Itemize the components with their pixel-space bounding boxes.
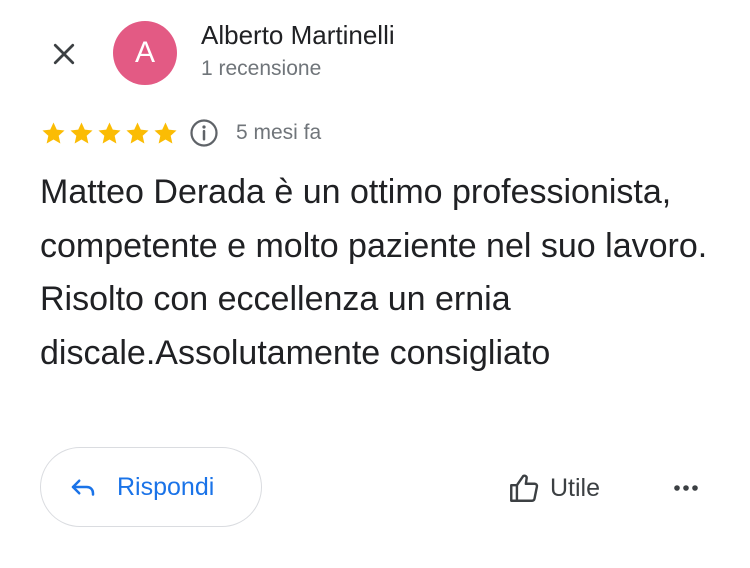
star-icon bbox=[126, 121, 149, 144]
close-icon bbox=[53, 43, 75, 65]
star-icon bbox=[42, 121, 65, 144]
avatar-letter: A bbox=[134, 36, 155, 69]
star-icon bbox=[154, 121, 177, 144]
star-icon bbox=[70, 121, 93, 144]
review-text: Matteo Derada è un ottimo professionista… bbox=[40, 173, 708, 372]
thumbs-up-icon bbox=[506, 470, 542, 506]
info-icon[interactable] bbox=[189, 118, 219, 148]
more-options-button[interactable] bbox=[664, 466, 708, 510]
close-button[interactable] bbox=[40, 30, 88, 78]
rating-row: 5 mesi fa bbox=[40, 116, 321, 150]
reply-button[interactable]: Rispondi bbox=[40, 447, 262, 527]
star-rating bbox=[40, 120, 179, 147]
star-icon bbox=[98, 121, 121, 144]
helpful-button[interactable]: Utile bbox=[506, 466, 600, 510]
review-card: A Alberto Martinelli 1 recensione 5 mesi… bbox=[0, 0, 750, 568]
review-date: 5 mesi fa bbox=[236, 121, 322, 144]
helpful-label: Utile bbox=[550, 473, 601, 502]
author-review-count: 1 recensione bbox=[201, 57, 322, 80]
author-name[interactable]: Alberto Martinelli bbox=[201, 20, 395, 51]
avatar[interactable]: A bbox=[113, 21, 177, 85]
reply-label: Rispondi bbox=[117, 472, 215, 501]
info-circle-icon bbox=[190, 119, 218, 147]
reply-arrow-icon bbox=[67, 471, 99, 503]
more-horizontal-icon bbox=[674, 485, 698, 491]
